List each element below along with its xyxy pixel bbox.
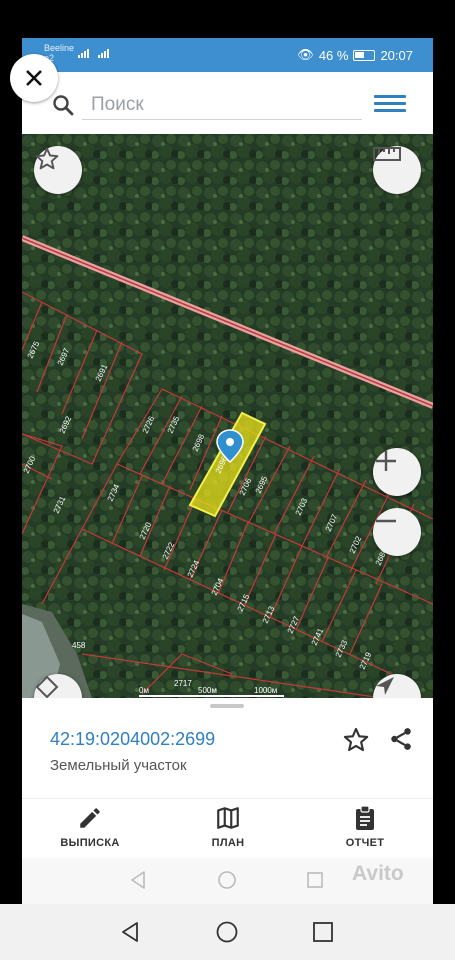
share-icon[interactable]	[388, 726, 414, 752]
minus-icon	[376, 519, 396, 523]
pencil-icon	[80, 808, 100, 828]
favorites-map-button[interactable]	[34, 146, 82, 194]
battery-icon	[353, 49, 376, 61]
search-input[interactable]	[82, 90, 362, 120]
scale-label-0: 0м	[139, 686, 149, 695]
tab-extract-label: ВЫПИСКА	[60, 837, 120, 849]
cadastral-number[interactable]: 42:19:0204002:2699	[50, 729, 215, 750]
eye-icon: 👁	[297, 47, 314, 62]
menu-button[interactable]	[374, 92, 406, 118]
ruler-button[interactable]	[373, 146, 421, 194]
back-icon[interactable]	[118, 920, 142, 944]
close-button[interactable]	[10, 54, 58, 102]
carrier-line1: Beeline	[44, 43, 75, 53]
inner-home-icon[interactable]	[217, 870, 237, 890]
tab-extract[interactable]: ВЫПИСКА	[35, 805, 145, 857]
zoom-in-button[interactable]	[373, 448, 421, 496]
zoom-out-button[interactable]	[373, 508, 421, 556]
app-screen: Beeline e2 👁 46 % 20:07 Поиск 2675 2697 …	[22, 38, 433, 904]
plot-label: 458	[72, 641, 86, 650]
object-info-card[interactable]: 42:19:0204002:2699 Земельный участок	[22, 698, 433, 798]
avito-watermark: Avito	[352, 862, 404, 885]
battery-percent: 46 %	[318, 47, 349, 63]
object-type: Земельный участок	[50, 757, 187, 774]
plot-label: 2717	[174, 679, 192, 688]
drag-handle[interactable]	[210, 704, 244, 708]
navigation-arrow-icon	[376, 677, 394, 695]
inner-recents-icon[interactable]	[305, 870, 325, 890]
scale-label-1000: 1000м	[254, 686, 277, 695]
scale-label-500: 500м	[198, 686, 217, 695]
search-bar	[22, 72, 433, 134]
phone-frame: Beeline e2 👁 46 % 20:07 Поиск 2675 2697 …	[0, 0, 455, 960]
map-canvas: 2675 26972691269227002726 2735269826962706…	[22, 134, 433, 698]
ruler-icon	[373, 147, 401, 161]
tab-report-label: ОТЧЕТ	[345, 837, 385, 849]
clipboard-icon	[356, 805, 374, 830]
star-icon	[35, 147, 59, 170]
plus-icon	[376, 451, 396, 471]
forest-texture	[22, 134, 433, 698]
recents-icon[interactable]	[311, 920, 335, 944]
tab-plan-label: ПЛАН	[211, 837, 245, 849]
close-icon	[26, 70, 42, 86]
tab-report[interactable]: ОТЧЕТ	[310, 805, 420, 857]
inner-back-icon[interactable]	[128, 870, 148, 890]
layers-icon	[35, 675, 59, 698]
clock: 20:07	[380, 47, 413, 63]
home-icon[interactable]	[215, 920, 239, 944]
bottom-tab-bar: ВЫПИСКА ПЛАН ОТЧЕТ	[22, 798, 433, 858]
favorite-star-icon[interactable]	[342, 726, 370, 754]
signal-icon	[78, 47, 118, 62]
satellite-map[interactable]: 2675 2697 2691 2692 2700 2726 2735 2698 2696 2706…	[22, 134, 433, 698]
status-right: 👁 46 % 20:07	[297, 47, 413, 63]
system-navigation-bar	[0, 904, 455, 960]
tab-plan[interactable]: ПЛАН	[173, 805, 283, 857]
map-icon	[217, 807, 239, 829]
status-bar: Beeline e2 👁 46 % 20:07	[22, 38, 433, 72]
